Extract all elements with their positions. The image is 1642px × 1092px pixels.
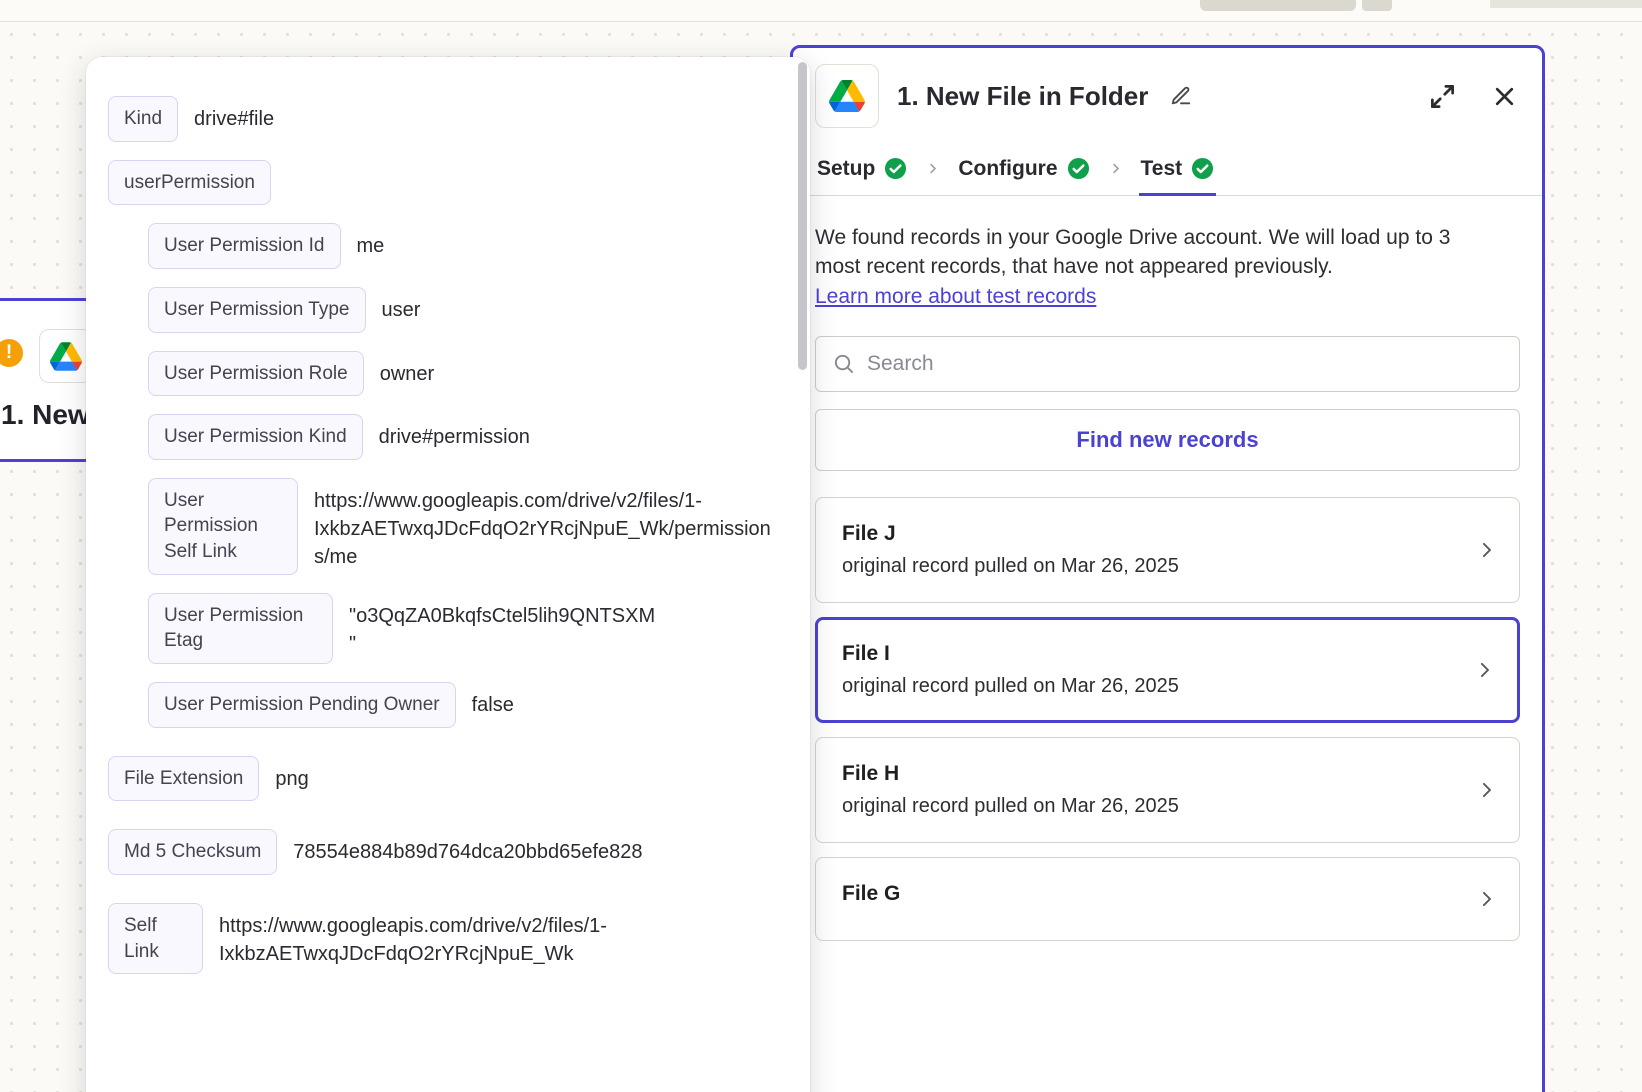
field-value: user	[382, 287, 775, 324]
tab-label: Test	[1141, 157, 1183, 181]
record-title: File H	[842, 762, 1463, 786]
chevron-right-icon	[1476, 888, 1497, 909]
step-title: 1. New File in Folder	[897, 81, 1148, 112]
tab-setup[interactable]: Setup	[815, 142, 909, 195]
field-row: User Permission Pending Owner false	[148, 682, 774, 728]
field-pill[interactable]: Md 5 Checksum	[108, 829, 277, 875]
record-card[interactable]: File I original record pulled on Mar 26,…	[815, 617, 1520, 723]
chevron-right-icon	[925, 161, 940, 176]
search-input[interactable]	[867, 352, 1503, 376]
field-value: me	[357, 223, 775, 260]
record-subtitle	[842, 915, 1463, 916]
field-pill[interactable]: User Permission Type	[148, 287, 366, 333]
step-panel-header: 1. New File in Folder	[793, 48, 1542, 142]
tab-test[interactable]: Test	[1139, 142, 1217, 195]
field-row: User Permission Etag "o3QqZA0BkqfsCtel5l…	[148, 593, 774, 664]
field-pill[interactable]: Kind	[108, 96, 178, 142]
field-value: drive#file	[194, 96, 774, 133]
field-pill[interactable]: User Permission Self Link	[148, 478, 298, 575]
toolbar-button-partial[interactable]	[1200, 0, 1356, 11]
tab-configure[interactable]: Configure	[956, 142, 1091, 195]
record-subtitle: original record pulled on Mar 26, 2025	[842, 675, 1463, 698]
field-pill[interactable]: User Permission Role	[148, 351, 364, 397]
field-value	[287, 160, 774, 169]
record-title: File G	[842, 882, 1463, 906]
record-subtitle: original record pulled on Mar 26, 2025	[842, 795, 1463, 818]
record-card[interactable]: File H original record pulled on Mar 26,…	[815, 737, 1520, 843]
toolbar-panel-partial	[1490, 0, 1642, 8]
tab-label: Setup	[817, 157, 875, 181]
search-box	[815, 336, 1520, 392]
records-list: File J original record pulled on Mar 26,…	[815, 497, 1520, 941]
chevron-right-icon	[1476, 539, 1497, 560]
field-row: User Permission Type user	[148, 287, 774, 333]
field-row: Kind drive#file	[108, 96, 774, 142]
field-pill[interactable]: User Permission Id	[148, 223, 341, 269]
record-data-panel: Kind drive#file userPermission User Perm…	[86, 57, 810, 1092]
close-icon[interactable]	[1490, 82, 1518, 110]
expand-icon[interactable]	[1428, 82, 1456, 110]
field-row: Md 5 Checksum 78554e884b89d764dca20bbd65…	[108, 829, 774, 875]
edit-title-icon[interactable]	[1170, 83, 1196, 109]
toolbar-button-partial[interactable]	[1362, 0, 1392, 11]
google-drive-icon	[815, 64, 879, 128]
field-pill[interactable]: User Permission Etag	[148, 593, 333, 664]
field-row: User Permission Role owner	[148, 351, 774, 397]
field-row: userPermission	[108, 160, 774, 206]
top-toolbar-strip	[0, 0, 1642, 22]
search-icon	[832, 352, 855, 375]
field-row: User Permission Self Link https://www.go…	[148, 478, 774, 575]
field-value: https://www.googleapis.com/drive/v2/file…	[219, 903, 774, 968]
field-row: Self Link https://www.googleapis.com/dri…	[108, 903, 774, 974]
step-tabs: Setup Configure Test	[793, 142, 1542, 196]
record-card[interactable]: File G	[815, 857, 1520, 941]
field-row: User Permission Kind drive#permission	[148, 414, 774, 460]
chevron-right-icon	[1476, 779, 1497, 800]
field-value: owner	[380, 351, 774, 388]
field-pill[interactable]: userPermission	[108, 160, 271, 206]
record-title: File J	[842, 522, 1463, 546]
step-panel: 1. New File in Folder Setup Configure	[790, 45, 1545, 1092]
record-card[interactable]: File J original record pulled on Mar 26,…	[815, 497, 1520, 603]
warning-badge-icon: !	[0, 337, 25, 369]
check-circle-icon	[1067, 157, 1090, 180]
field-pill[interactable]: User Permission Pending Owner	[148, 682, 456, 728]
field-value: drive#permission	[379, 414, 774, 451]
learn-more-link[interactable]: Learn more about test records	[815, 285, 1096, 309]
record-title: File I	[842, 642, 1463, 666]
field-row: User Permission Id me	[148, 223, 774, 269]
check-circle-icon	[1191, 157, 1214, 180]
field-pill[interactable]: Self Link	[108, 903, 203, 974]
check-circle-icon	[884, 157, 907, 180]
field-value: https://www.googleapis.com/drive/v2/file…	[314, 478, 774, 571]
field-row: File Extension png	[108, 756, 774, 802]
field-value: png	[275, 756, 774, 793]
field-pill[interactable]: User Permission Kind	[148, 414, 363, 460]
field-value: 78554e884b89d764dca20bbd65efe828	[293, 829, 774, 866]
field-pill[interactable]: File Extension	[108, 756, 259, 802]
record-subtitle: original record pulled on Mar 26, 2025	[842, 555, 1463, 578]
test-records-description: We found records in your Google Drive ac…	[815, 224, 1477, 282]
google-drive-icon	[39, 329, 93, 383]
chevron-right-icon	[1108, 161, 1123, 176]
scrollbar-thumb[interactable]	[798, 62, 807, 370]
find-new-records-button[interactable]: Find new records	[815, 409, 1520, 471]
chevron-right-icon	[1474, 659, 1495, 680]
tab-label: Configure	[958, 157, 1057, 181]
field-value: "o3QqZA0BkqfsCtel5lih9QNTSXM"	[349, 593, 659, 658]
field-value: false	[472, 682, 774, 719]
